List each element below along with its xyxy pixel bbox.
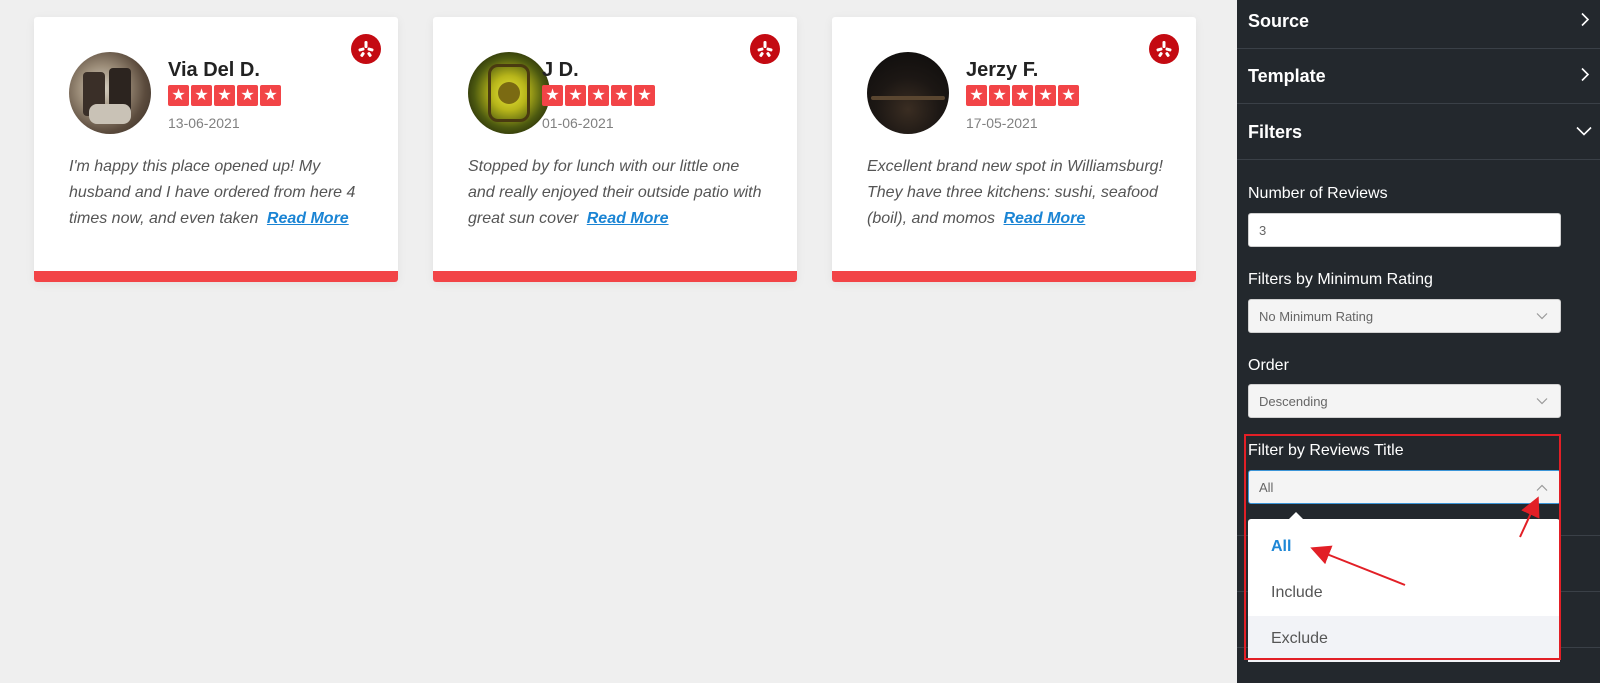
- order-label: Order: [1248, 357, 1289, 374]
- star-icon: ★: [1035, 85, 1056, 106]
- read-more-link[interactable]: Read More: [267, 210, 349, 227]
- reviewer-name: J D.: [542, 59, 579, 81]
- star-icon: ★: [542, 85, 563, 106]
- chevron-right-icon: [1578, 66, 1592, 87]
- section-template-label: Template: [1248, 65, 1326, 86]
- title-filter-value: All: [1259, 479, 1274, 495]
- chevron-right-icon: [1578, 11, 1592, 32]
- star-icon: ★: [966, 85, 987, 106]
- star-icon: ★: [634, 85, 655, 106]
- min-rating-label: Filters by Minimum Rating: [1248, 271, 1433, 288]
- number-of-reviews-label: Number of Reviews: [1248, 185, 1388, 202]
- title-filter-select[interactable]: All: [1248, 470, 1561, 504]
- read-more-link[interactable]: Read More: [587, 210, 669, 227]
- option-include[interactable]: Include: [1248, 570, 1560, 616]
- review-date: 17-05-2021: [966, 115, 1038, 131]
- card-accent-bar: [34, 271, 398, 282]
- option-all[interactable]: All: [1248, 524, 1560, 570]
- min-rating-select[interactable]: No Minimum Rating: [1248, 299, 1561, 333]
- yelp-icon: [750, 34, 780, 64]
- card-accent-bar: [832, 271, 1196, 282]
- star-icon: ★: [989, 85, 1010, 106]
- section-filters-label: Filters: [1248, 121, 1303, 142]
- star-rating: ★ ★ ★ ★ ★: [168, 85, 281, 106]
- title-filter-dropdown: All Include Exclude: [1248, 512, 1560, 662]
- min-rating-value: No Minimum Rating: [1259, 308, 1374, 324]
- star-icon: ★: [260, 85, 281, 106]
- star-icon: ★: [237, 85, 258, 106]
- reviewer-name: Jerzy F.: [966, 59, 1039, 81]
- order-select[interactable]: Descending: [1248, 384, 1561, 418]
- order-value: Descending: [1259, 393, 1328, 409]
- review-text: I'm happy this place opened up! My husba…: [69, 154, 369, 232]
- reviewer-name: Via Del D.: [168, 59, 260, 81]
- star-rating: ★ ★ ★ ★ ★: [966, 85, 1079, 106]
- review-text: Stopped by for lunch with our little one…: [468, 154, 768, 232]
- star-icon: ★: [588, 85, 609, 106]
- section-filters[interactable]: Filters: [1237, 105, 1600, 160]
- star-icon: ★: [191, 85, 212, 106]
- star-icon: ★: [1012, 85, 1033, 106]
- review-date: 01-06-2021: [542, 115, 614, 131]
- star-icon: ★: [611, 85, 632, 106]
- yelp-icon: [351, 34, 381, 64]
- chevron-down-icon: [1536, 394, 1548, 409]
- chevron-down-icon: [1536, 309, 1548, 324]
- reviewer-avatar: [69, 52, 151, 134]
- star-icon: ★: [565, 85, 586, 106]
- yelp-icon: [1149, 34, 1179, 64]
- section-template[interactable]: Template: [1237, 49, 1600, 104]
- review-date: 13-06-2021: [168, 115, 240, 131]
- number-of-reviews-input[interactable]: 3: [1248, 213, 1561, 247]
- star-icon: ★: [168, 85, 189, 106]
- option-exclude[interactable]: Exclude: [1248, 616, 1560, 662]
- star-icon: ★: [1058, 85, 1079, 106]
- reviewer-avatar: [867, 52, 949, 134]
- chevron-down-icon: [1576, 122, 1592, 143]
- reviewer-avatar: [468, 52, 550, 134]
- section-source-label: Source: [1248, 10, 1310, 31]
- title-filter-label: Filter by Reviews Title: [1248, 442, 1404, 459]
- review-card: J D. ★ ★ ★ ★ ★ 01-06-2021 Stopped by for…: [433, 17, 797, 282]
- section-source[interactable]: Source: [1237, 0, 1600, 49]
- read-more-link[interactable]: Read More: [1004, 210, 1086, 227]
- star-rating: ★ ★ ★ ★ ★: [542, 85, 655, 106]
- number-of-reviews-value: 3: [1259, 222, 1267, 238]
- review-card: Jerzy F. ★ ★ ★ ★ ★ 17-05-2021 Excellent …: [832, 17, 1196, 282]
- card-accent-bar: [433, 271, 797, 282]
- review-text: Excellent brand new spot in Williamsburg…: [867, 154, 1167, 232]
- star-icon: ★: [214, 85, 235, 106]
- review-card: Via Del D. ★ ★ ★ ★ ★ 13-06-2021 I'm happ…: [34, 17, 398, 282]
- chevron-up-icon: [1536, 480, 1548, 495]
